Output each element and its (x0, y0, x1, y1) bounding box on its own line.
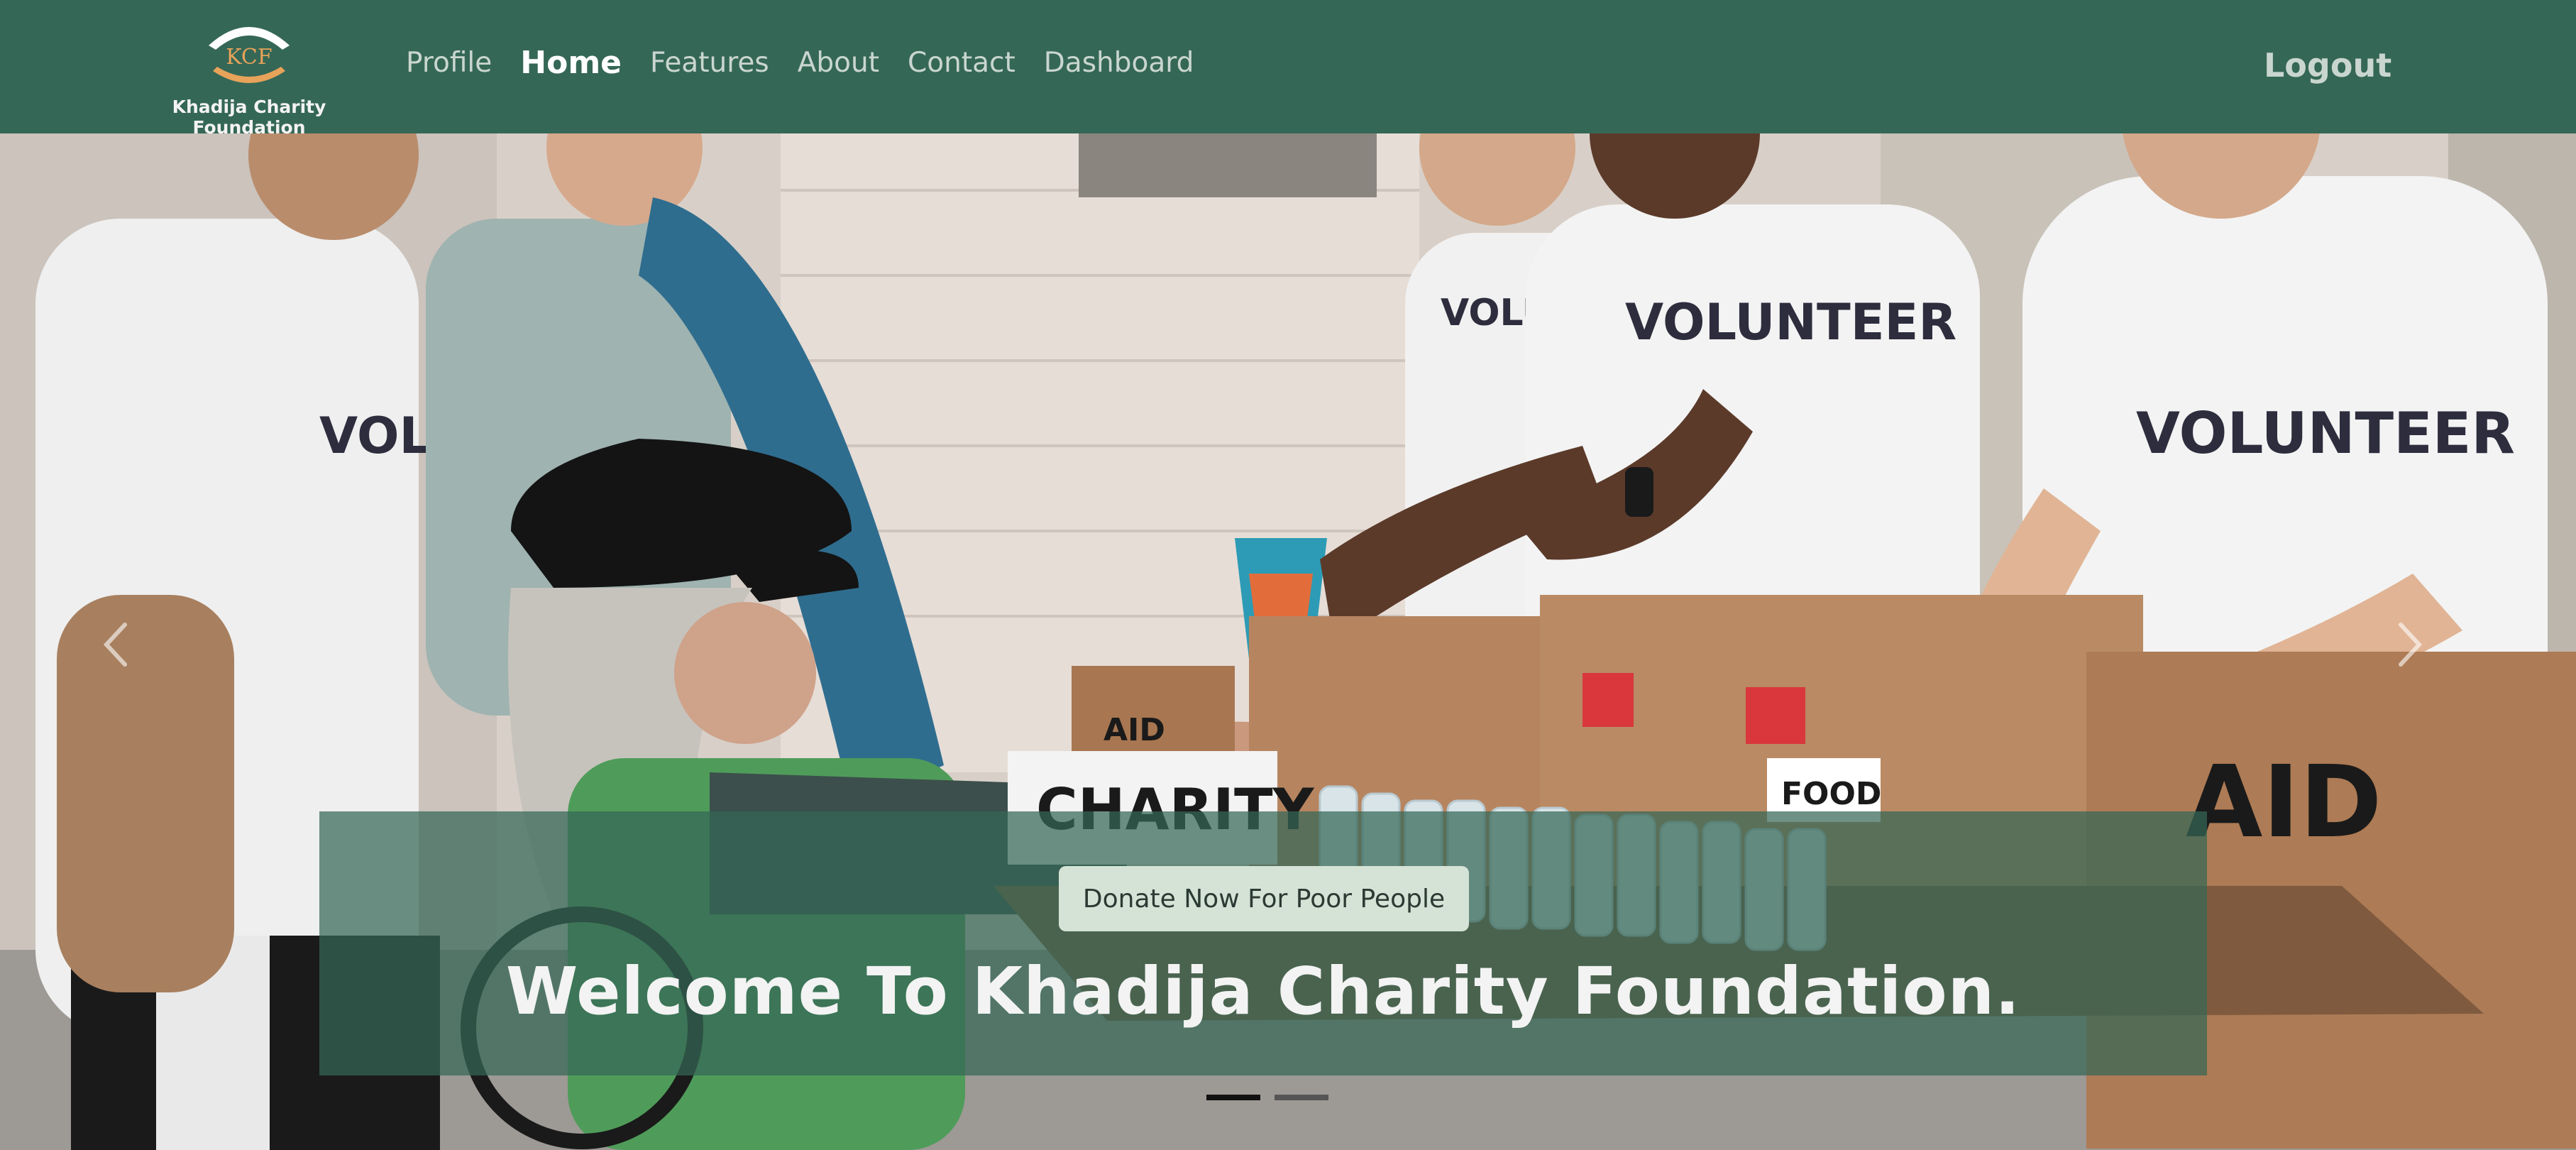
nav-dashboard[interactable]: Dashboard (1044, 47, 1194, 79)
nav-about[interactable]: About (798, 47, 879, 79)
hero-title: Welcome To Khadija Charity Foundation. (505, 953, 2021, 1029)
nav-menu: Profile Home Features About Contact Dash… (406, 41, 1222, 84)
carousel-indicators (1206, 1095, 1343, 1100)
carousel-indicator-1[interactable] (1206, 1095, 1260, 1100)
hero-carousel: VOLUNTE VOLUN VOLUNTEER VOLUNTEER (0, 133, 2576, 1150)
nav-contact[interactable]: Contact (908, 47, 1015, 79)
svg-text:VOLUNTEER: VOLUNTEER (2136, 400, 2515, 466)
navbar: KCF Khadija Charity Foundation Profile H… (0, 0, 2576, 138)
brand-name: Khadija Charity Foundation (172, 97, 326, 138)
svg-text:AID: AID (2186, 745, 2382, 860)
carousel-caption: Donate Now For Poor People Welcome To Kh… (319, 811, 2207, 1075)
donate-badge[interactable]: Donate Now For Poor People (1059, 866, 1469, 931)
chevron-left-icon (103, 623, 127, 667)
chevron-right-icon (2399, 623, 2423, 667)
nav-home[interactable]: Home (520, 45, 622, 81)
logo-icon: KCF (209, 27, 290, 83)
svg-text:VOLUNTEER: VOLUNTEER (1625, 293, 1956, 351)
brand[interactable]: KCF Khadija Charity Foundation (132, 16, 366, 138)
carousel-indicator-2[interactable] (1275, 1095, 1328, 1100)
svg-text:AID: AID (1103, 712, 1165, 748)
nav-profile[interactable]: Profile (406, 47, 492, 79)
carousel-prev-button[interactable] (85, 609, 145, 680)
svg-text:FOOD: FOOD (1781, 776, 1881, 812)
svg-text:KCF: KCF (226, 45, 272, 70)
logout-button[interactable]: Logout (2264, 46, 2391, 84)
carousel-next-button[interactable] (2381, 609, 2440, 680)
nav-features[interactable]: Features (650, 47, 769, 79)
